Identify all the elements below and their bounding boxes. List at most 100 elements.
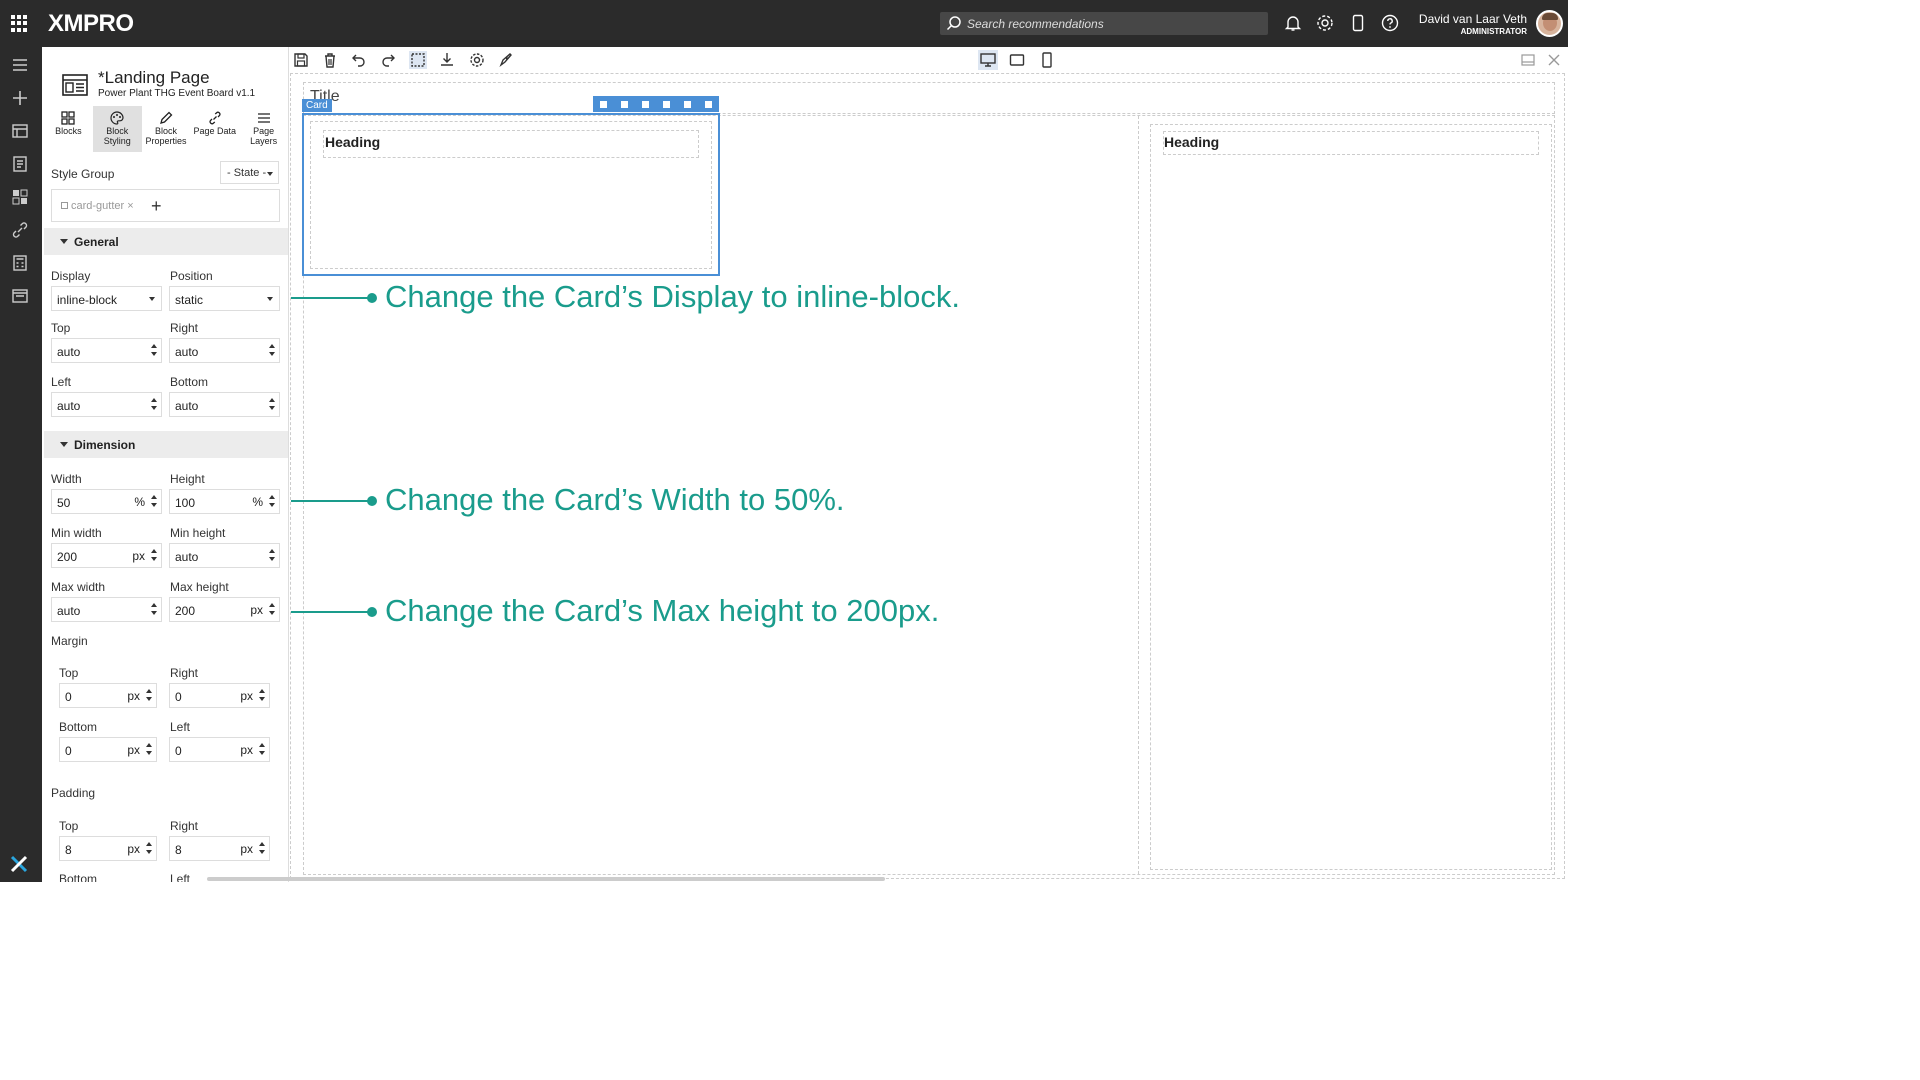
min-height-input[interactable]: auto [169, 543, 280, 568]
device-icon[interactable] [1349, 14, 1367, 32]
stepper-icon[interactable] [146, 689, 152, 701]
tab-blocks[interactable]: Blocks [44, 106, 93, 152]
calculator-icon[interactable] [10, 253, 30, 273]
data-stream-icon[interactable] [10, 154, 30, 174]
height-label: Height [170, 472, 205, 486]
bottom-input[interactable]: auto [169, 392, 280, 417]
undo-icon[interactable] [350, 51, 368, 69]
margin-bottom-input[interactable]: 0 px [59, 737, 157, 762]
stepper-icon[interactable] [269, 549, 275, 561]
unit-label[interactable]: px [127, 743, 140, 757]
unit-label[interactable]: px [132, 549, 145, 563]
close-icon[interactable] [1545, 51, 1563, 69]
xmpro-x-icon[interactable] [10, 855, 28, 873]
app-launcher-icon[interactable] [11, 15, 28, 32]
margin-left-input[interactable]: 0 px [169, 737, 270, 762]
avatar[interactable] [1536, 10, 1563, 37]
section-general[interactable]: General [44, 228, 288, 255]
width-input[interactable]: 50% [51, 489, 162, 514]
move-icon[interactable] [600, 100, 607, 108]
settings-gear-icon[interactable] [1316, 14, 1334, 32]
user-info[interactable]: David van Laar Veth ADMINISTRATOR [1380, 12, 1527, 36]
heading-block[interactable]: Heading [1163, 131, 1539, 155]
stepper-icon[interactable] [269, 495, 275, 507]
menu-icon[interactable] [10, 55, 30, 75]
unit-label[interactable]: px [127, 842, 140, 856]
right-input[interactable]: auto [169, 338, 280, 363]
max-width-input[interactable]: auto [51, 597, 162, 622]
maximize-icon[interactable] [1519, 51, 1537, 69]
unit-label[interactable]: px [127, 689, 140, 703]
landing-page-icon[interactable] [10, 286, 30, 306]
state-select[interactable]: - State - [220, 161, 279, 184]
stepper-icon[interactable] [269, 344, 275, 356]
title-block[interactable]: Title [303, 82, 1555, 114]
min-width-input[interactable]: 200 px [51, 543, 162, 568]
unit-label[interactable]: px [240, 842, 253, 856]
position-select[interactable]: static [169, 286, 280, 311]
import-icon[interactable] [438, 51, 456, 69]
top-input[interactable]: auto [51, 338, 162, 363]
unit-label[interactable]: % [252, 495, 263, 509]
notification-bell-icon[interactable] [1284, 14, 1302, 32]
page-canvas[interactable]: Title Heading Card Heading [290, 73, 1568, 882]
mobile-view-icon[interactable] [1038, 51, 1056, 69]
add-style-button[interactable]: + [151, 196, 162, 217]
heading-block[interactable]: Heading [323, 130, 699, 158]
stepper-icon[interactable] [151, 398, 157, 410]
unit-label[interactable]: px [240, 743, 253, 757]
delete-block-icon[interactable] [705, 100, 712, 108]
save-icon[interactable] [292, 51, 310, 69]
tablet-view-icon[interactable] [1008, 51, 1026, 69]
desktop-view-icon[interactable] [978, 50, 998, 70]
unit-label[interactable]: px [250, 603, 263, 617]
stepper-icon[interactable] [151, 549, 157, 561]
stepper-icon[interactable] [259, 689, 265, 701]
annotation-dot [367, 293, 377, 303]
integration-link-icon[interactable] [10, 220, 30, 240]
recommendations-icon[interactable] [10, 187, 30, 207]
max-height-input[interactable]: 200 px [169, 597, 280, 622]
stepper-icon[interactable] [146, 842, 152, 854]
select-parent-icon[interactable] [621, 100, 628, 108]
search-recommendations-input[interactable]: Search recommendations [940, 12, 1268, 35]
padding-top-input[interactable]: 8 px [59, 836, 157, 861]
display-select[interactable]: inline-block [51, 286, 162, 311]
style-group-box[interactable]: card-gutter × + [51, 189, 280, 222]
tab-page-data[interactable]: Page Data [190, 106, 239, 152]
margin-right-input[interactable]: 0 px [169, 683, 270, 708]
padding-right-input[interactable]: 8 px [169, 836, 270, 861]
add-icon[interactable] [663, 100, 670, 108]
unit-label[interactable]: px [240, 689, 253, 703]
column-2-card[interactable]: Heading [1150, 124, 1552, 870]
select-outline-icon[interactable] [409, 51, 427, 69]
stepper-icon[interactable] [151, 344, 157, 356]
add-icon[interactable] [10, 88, 30, 108]
unit-label[interactable]: % [134, 495, 145, 509]
stepper-icon[interactable] [146, 743, 152, 755]
height-input[interactable]: 100% [169, 489, 280, 514]
style-chip[interactable]: card-gutter × [61, 200, 134, 212]
stepper-icon[interactable] [151, 495, 157, 507]
margin-top-input[interactable]: 0 px [59, 683, 157, 708]
max-width-label: Max width [51, 580, 106, 594]
delete-icon[interactable] [321, 51, 339, 69]
settings-icon[interactable] [468, 51, 486, 69]
redo-icon[interactable] [379, 51, 397, 69]
stepper-icon[interactable] [269, 398, 275, 410]
tab-page-layers[interactable]: Page Layers [239, 106, 288, 152]
stepper-icon[interactable] [269, 603, 275, 615]
duplicate-icon[interactable] [642, 100, 649, 108]
chip-remove-icon[interactable]: × [127, 200, 133, 212]
tab-block-properties[interactable]: Block Properties [142, 106, 191, 152]
save-block-icon[interactable] [684, 100, 691, 108]
stepper-icon[interactable] [259, 743, 265, 755]
left-input[interactable]: auto [51, 392, 162, 417]
stepper-icon[interactable] [259, 842, 265, 854]
section-dimension[interactable]: Dimension [44, 431, 288, 458]
tab-block-styling[interactable]: Block Styling [92, 106, 142, 152]
selected-card[interactable]: Heading [302, 113, 720, 276]
stepper-icon[interactable] [151, 603, 157, 615]
app-designer-icon[interactable] [10, 121, 30, 141]
launch-rocket-icon[interactable] [497, 51, 515, 69]
